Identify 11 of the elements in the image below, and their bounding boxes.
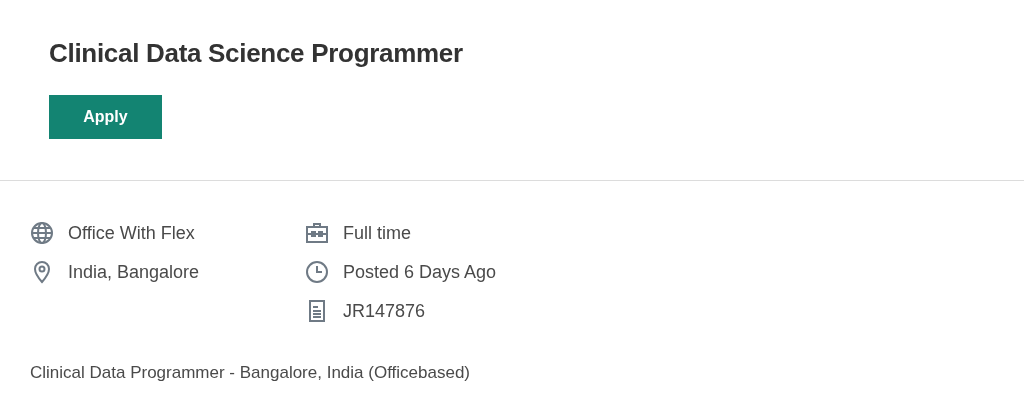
detail-text: JR147876: [343, 300, 426, 322]
job-title: Clinical Data Science Programmer: [49, 38, 464, 69]
globe-icon: [30, 221, 54, 245]
detail-text: Full time: [343, 222, 411, 244]
detail-text: Office With Flex: [68, 222, 195, 244]
job-description: Clinical Data Programmer - Bangalore, India (Officebased): [30, 363, 471, 383]
apply-button[interactable]: Apply: [49, 95, 162, 139]
clock-icon: [305, 260, 329, 284]
briefcase-icon: [305, 221, 329, 245]
detail-text: India, Bangalore: [68, 261, 200, 283]
detail-text: Posted 6 Days Ago: [343, 261, 497, 283]
